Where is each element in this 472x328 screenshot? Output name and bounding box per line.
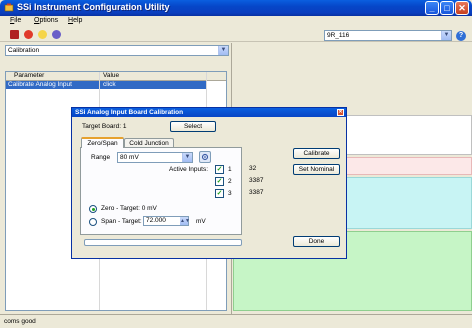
chevron-down-icon[interactable]: ▼ — [182, 153, 192, 162]
toolbar: 9R_116 ▼ — [0, 28, 472, 42]
grid-header: Parameter Value — [6, 72, 226, 81]
span-radio[interactable] — [89, 218, 97, 226]
span-value: 72.000 — [146, 217, 166, 224]
settings-gear-icon[interactable] — [199, 151, 211, 163]
category-combo-value: Calibration — [8, 47, 40, 54]
status-text: coms good — [4, 318, 36, 325]
zero-target-label: Zero - Target: 0 mV — [101, 205, 157, 212]
dialog-close-button[interactable]: ✕ — [337, 109, 344, 116]
active-inputs-label: Active Inputs: — [169, 166, 209, 173]
menu-file[interactable]: File — [10, 17, 21, 24]
column-header-value[interactable]: Value — [103, 72, 119, 79]
menu-options[interactable]: Options — [34, 17, 58, 24]
settings-gear-icon[interactable] — [52, 30, 61, 39]
row-parameter: Calibrate Analog Input — [8, 81, 72, 88]
minimize-button[interactable]: _ — [425, 1, 439, 15]
dialog-title: SSi Analog Input Board Calibration — [75, 109, 184, 116]
zero-radio[interactable] — [89, 205, 97, 213]
help-icon[interactable]: ? — [456, 31, 466, 41]
instrument-combo-value: 9R_116 — [327, 32, 350, 39]
span-target-label: Span - Target: — [101, 218, 142, 225]
red-stop-icon[interactable] — [24, 30, 33, 39]
table-row[interactable]: Calibrate Analog Input click — [6, 81, 206, 89]
input-1-value: 32 — [249, 165, 257, 172]
target-board-label: Target Board: 1 — [82, 123, 127, 130]
window-title: SSi Instrument Configuration Utility — [17, 2, 170, 12]
range-combo-value: 80 mV — [120, 154, 139, 161]
tab-zero-span[interactable]: Zero/Span — [81, 137, 124, 148]
input-3-value: 3387 — [249, 189, 264, 196]
set-nominal-button[interactable]: Set Nominal — [293, 164, 340, 175]
column-header-parameter[interactable]: Parameter — [14, 72, 44, 79]
select-button[interactable]: Select — [170, 121, 216, 132]
span-unit: mV — [196, 218, 206, 225]
done-button[interactable]: Done — [293, 236, 340, 247]
title-bar: SSi Instrument Configuration Utility _ □… — [0, 0, 472, 16]
chevron-down-icon[interactable]: ▼ — [218, 46, 228, 55]
input-2-number: 2 — [228, 178, 232, 185]
calibration-dialog: SSi Analog Input Board Calibration ✕ Tar… — [71, 107, 347, 259]
status-bar: coms good — [0, 314, 472, 328]
close-button[interactable]: ✕ — [455, 1, 469, 15]
input-1-number: 1 — [228, 166, 232, 173]
calibration-progress-bar — [84, 239, 242, 246]
input-3-checkbox[interactable]: ✓ — [215, 189, 224, 198]
range-combo[interactable]: 80 mV ▼ — [117, 152, 193, 163]
spin-updown-icon[interactable]: ▲▼ — [180, 217, 190, 225]
menu-help[interactable]: Help — [68, 17, 82, 24]
chevron-down-icon[interactable]: ▼ — [441, 31, 451, 40]
zero-span-panel: Range 80 mV ▼ Active Inputs: ✓ 1 ✓ 2 ✓ 3… — [80, 147, 242, 235]
app-icon — [4, 3, 14, 12]
range-label: Range — [91, 154, 111, 161]
input-3-number: 3 — [228, 190, 232, 197]
menu-bar: File Options Help — [0, 16, 472, 28]
instrument-combo[interactable]: 9R_116 ▼ — [324, 30, 452, 41]
row-value: click — [103, 81, 116, 88]
category-combo[interactable]: Calibration ▼ — [5, 45, 229, 56]
maximize-button[interactable]: □ — [440, 1, 454, 15]
lightbulb-icon[interactable] — [38, 30, 47, 39]
input-2-value: 3387 — [249, 177, 264, 184]
input-2-checkbox[interactable]: ✓ — [215, 177, 224, 186]
right-panel-top — [233, 43, 472, 113]
input-1-checkbox[interactable]: ✓ — [215, 165, 224, 174]
plug-icon[interactable] — [10, 30, 19, 39]
dialog-title-bar: SSi Analog Input Board Calibration ✕ — [72, 108, 346, 117]
calibrate-button[interactable]: Calibrate — [293, 148, 340, 159]
